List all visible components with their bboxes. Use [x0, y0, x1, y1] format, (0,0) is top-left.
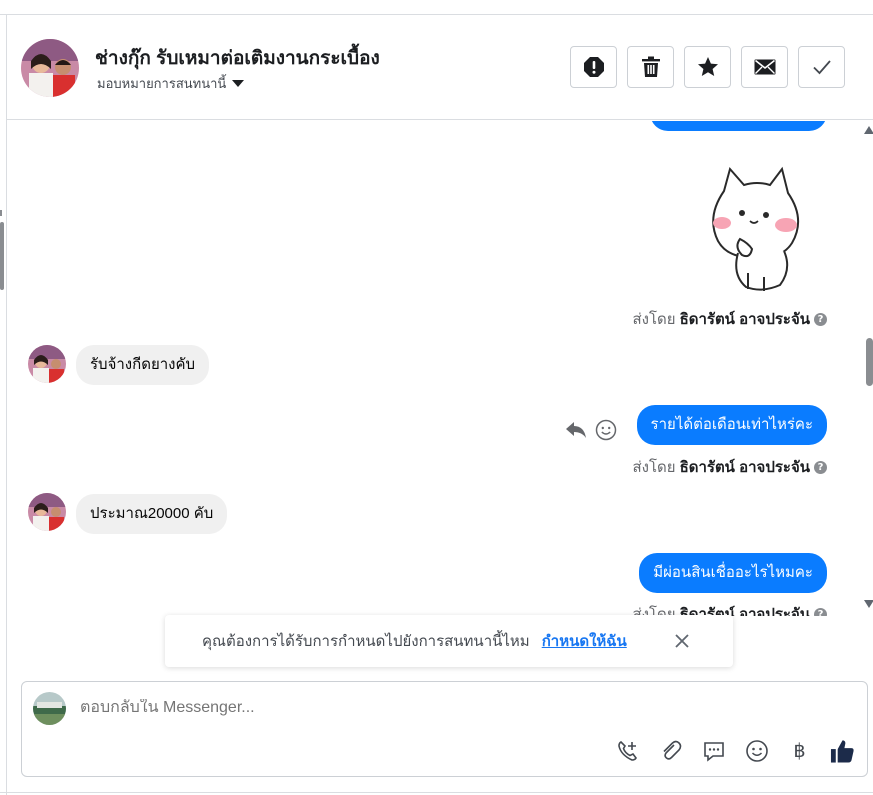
- mark-done-button[interactable]: [798, 46, 845, 88]
- assign-prompt: คุณต้องการได้รับการกำหนดไปยังการสนทนานี้…: [165, 615, 733, 667]
- saved-replies-button[interactable]: [701, 738, 726, 763]
- incoming-message[interactable]: รับจ้างกีดยางคับ: [76, 345, 210, 385]
- assign-to-me-link[interactable]: กำหนดให้ฉัน: [542, 629, 627, 653]
- left-pane-tick: [0, 210, 2, 216]
- outgoing-message[interactable]: มีผ่อนสินเชื่ออะไรไหมคะ: [639, 553, 827, 593]
- header-actions: [570, 46, 845, 88]
- reply-input[interactable]: [80, 699, 600, 717]
- emoji-button[interactable]: [744, 738, 769, 763]
- sent-by-label: ส่งโดย ธิดารัตน์ อาจประจัน ?: [632, 307, 827, 331]
- scrollbar-thumb[interactable]: [866, 338, 873, 386]
- chat-bubble-icon: [703, 741, 724, 762]
- alert-icon: [583, 57, 604, 77]
- sender-name[interactable]: ธิดารัตน์ อาจประจัน: [680, 455, 810, 479]
- scroll-down-arrow[interactable]: [864, 600, 873, 608]
- delete-button[interactable]: [627, 46, 674, 88]
- payment-button[interactable]: ฿: [787, 738, 812, 763]
- sender-name[interactable]: ธิดารัตน์ อาจประจัน: [680, 307, 810, 331]
- call-button[interactable]: [615, 738, 640, 763]
- sent-by-prefix: ส่งโดย: [632, 606, 676, 616]
- assign-conversation-label: มอบหมายการสนทนานี้: [97, 76, 227, 91]
- paperclip-icon: [662, 740, 681, 760]
- page-avatar: [33, 692, 66, 725]
- left-pane-scroll-handle[interactable]: [0, 222, 4, 290]
- sender-name[interactable]: ธิดารัตน์ อาจประจัน: [680, 602, 810, 616]
- sent-by-label: ส่งโดย ธิดารัตน์ อาจประจัน ?: [632, 602, 827, 616]
- help-icon[interactable]: ?: [814, 460, 827, 474]
- contact-avatar[interactable]: [21, 39, 79, 97]
- incoming-message[interactable]: ประมาณ20000 คับ: [76, 494, 228, 534]
- attach-button[interactable]: [658, 738, 683, 763]
- mark-unread-button[interactable]: [741, 46, 788, 88]
- trash-icon: [641, 56, 660, 77]
- reply-icon[interactable]: [565, 421, 587, 439]
- assign-prompt-text: คุณต้องการได้รับการกำหนดไปยังการสนทนานี้…: [202, 633, 530, 650]
- help-icon[interactable]: ?: [814, 312, 827, 326]
- message-actions: [565, 419, 617, 441]
- sent-by-prefix: ส่งโดย: [632, 311, 676, 328]
- outgoing-message[interactable]: รายได้ต่อเดือนเท่าไหร่คะ: [636, 405, 827, 445]
- envelope-icon: [754, 59, 775, 75]
- contact-avatar-small[interactable]: [28, 345, 66, 383]
- cat-sticker: [702, 163, 812, 298]
- composer-tools: ฿: [615, 738, 855, 763]
- phone-add-icon: [617, 740, 637, 761]
- contact-avatar-small[interactable]: [28, 493, 66, 531]
- message-composer: ฿: [21, 681, 868, 777]
- message-thread[interactable]: ส่งโดย ธิดารัตน์ อาจประจัน ? รับจ้างกีดย…: [7, 121, 865, 616]
- caret-down-icon: [232, 80, 245, 87]
- close-icon[interactable]: [674, 633, 690, 649]
- assign-conversation-dropdown[interactable]: มอบหมายการสนทนานี้: [97, 73, 245, 94]
- scroll-up-arrow[interactable]: [864, 126, 873, 134]
- check-icon: [812, 60, 831, 75]
- emoji-reaction-icon[interactable]: [595, 419, 617, 441]
- previous-outgoing-bubble: [650, 121, 827, 131]
- help-icon[interactable]: ?: [814, 607, 827, 616]
- smiley-icon: [745, 739, 768, 762]
- sent-by-label: ส่งโดย ธิดารัตน์ อาจประจัน ?: [632, 455, 827, 479]
- mark-spam-button[interactable]: [570, 46, 617, 88]
- conversation-header: ช่างกุ๊ก รับเหมาต่อเติมงานกระเบื้อง มอบห…: [7, 15, 873, 120]
- like-button[interactable]: [830, 738, 855, 763]
- conversation-title: ช่างกุ๊ก รับเหมาต่อเติมงานกระเบื้อง: [95, 48, 380, 69]
- sent-by-prefix: ส่งโดย: [632, 459, 676, 476]
- star-button[interactable]: [684, 46, 731, 88]
- thumbs-up-icon: [830, 739, 854, 763]
- star-icon: [697, 57, 718, 76]
- bottom-divider: [0, 792, 873, 793]
